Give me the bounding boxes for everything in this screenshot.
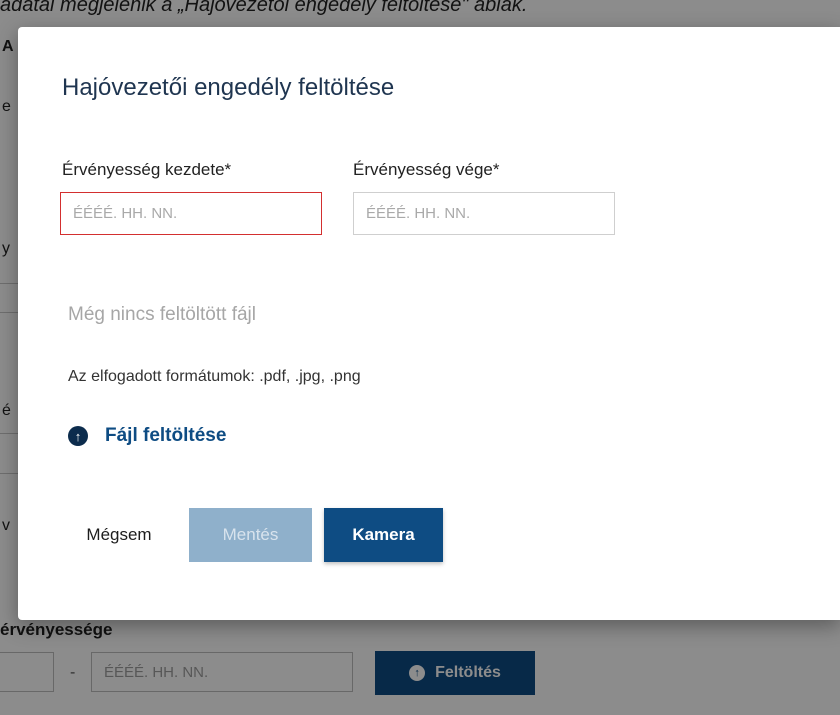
dialog-title: Hajóvezetői engedély feltöltése	[62, 74, 395, 101]
validity-end-input[interactable]	[353, 192, 615, 235]
validity-start-label: Érvényesség kezdete*	[62, 160, 232, 179]
file-upload-link[interactable]: ↑ Fájl feltöltése	[68, 425, 226, 447]
arrow-up-circle-icon: ↑	[68, 426, 88, 446]
validity-end-label: Érvényesség vége*	[353, 160, 500, 179]
upload-license-dialog: Hajóvezetői engedély feltöltése Érvényes…	[18, 27, 840, 620]
save-button[interactable]: Mentés	[189, 508, 312, 562]
accepted-formats-text: Az elfogadott formátumok: .pdf, .jpg, .p…	[68, 368, 361, 385]
camera-button[interactable]: Kamera	[324, 508, 443, 562]
no-file-message: Még nincs feltöltött fájl	[68, 304, 256, 325]
file-upload-label: Fájl feltöltése	[105, 425, 227, 446]
cancel-button[interactable]: Mégsem	[62, 508, 176, 562]
validity-start-input[interactable]	[60, 192, 322, 235]
